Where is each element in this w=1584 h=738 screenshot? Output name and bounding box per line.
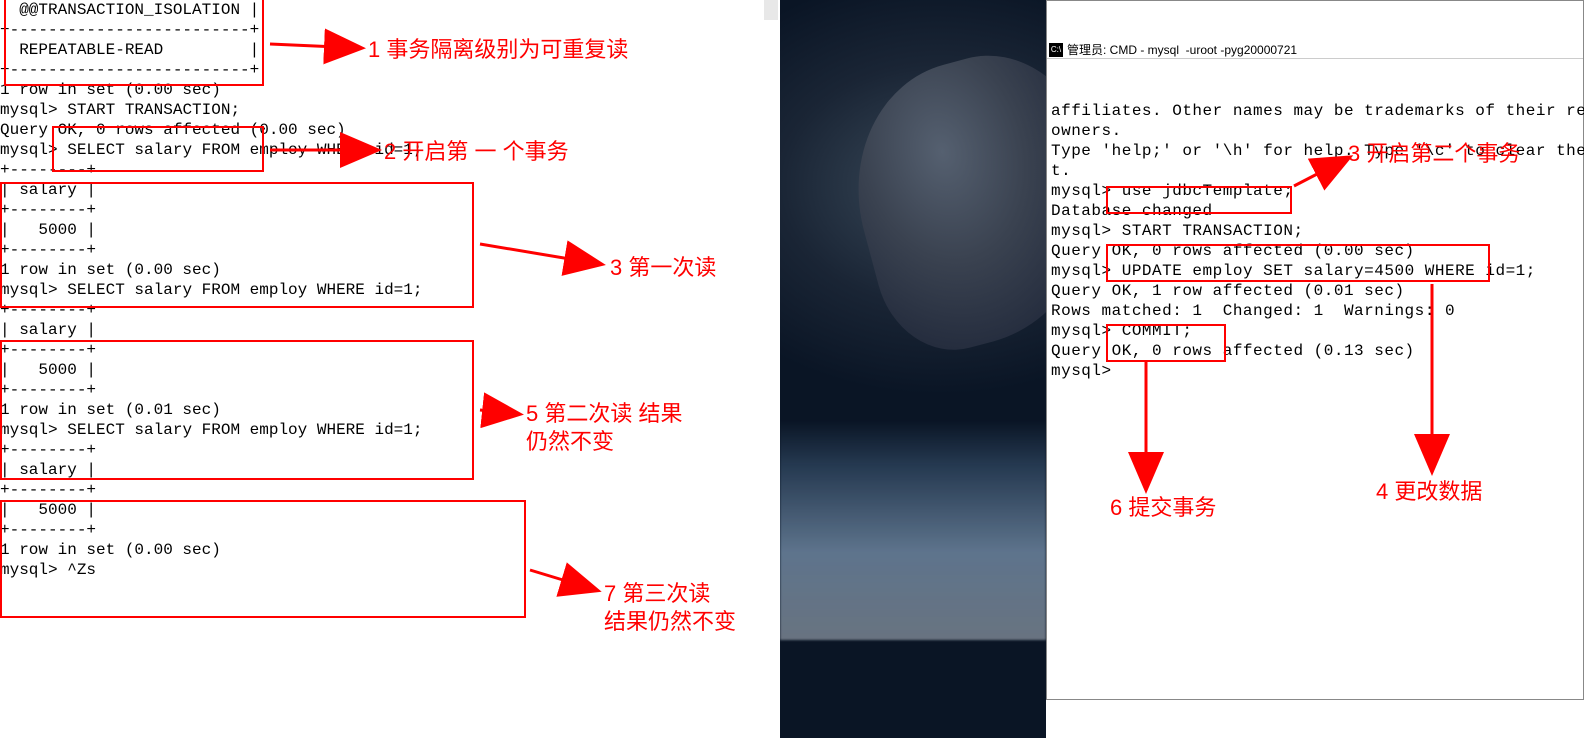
term-line: Query OK, 1 row affected (0.01 sec) [1051,282,1405,300]
desktop-wallpaper [780,0,1046,738]
cmd-icon: C:\ [1049,43,1063,57]
annotation-r6: 6 提交事务 [1110,494,1216,522]
highlight-box-start-tx-1 [52,126,264,172]
term-prompt: mysql> START TRANSACTION; [0,101,240,119]
highlight-box-second-read [0,340,474,480]
term-line: t. [1051,162,1071,180]
window-title: 管理员: CMD - mysql -uroot -pyg20000721 [1067,40,1297,60]
window-titlebar[interactable]: C:\ 管理员: CMD - mysql -uroot -pyg20000721 [1047,41,1583,59]
term-line: affiliates. Other names may be trademark… [1051,102,1584,120]
annotation-5: 5 第二次读 结果仍然不变 [526,400,682,456]
annotation-r4: 4 更改数据 [1376,478,1482,506]
annotation-1: 1 事务隔离级别为可重复读 [368,36,628,64]
term-prompt: mysql> START TRANSACTION; [1051,222,1304,240]
highlight-box-first-read [0,182,474,308]
highlight-box-isolation [4,0,264,86]
term-line: mysql> [1051,362,1112,380]
term-line: +--------+ [0,481,96,499]
highlight-box-commit [1106,324,1226,362]
term-line: Rows matched: 1 Changed: 1 Warnings: 0 [1051,302,1455,320]
term-line: | salary | [0,321,96,339]
highlight-box-update [1106,244,1490,282]
annotation-7: 7 第三次读结果仍然不变 [604,580,736,636]
annotation-3: 3 第一次读 [610,254,716,282]
scrollbar-thumb[interactable] [764,0,778,20]
highlight-box-start-tx-2 [1106,186,1292,214]
highlight-box-third-read [0,500,526,618]
annotation-2: 2 开启第 一 个事务 [384,138,569,166]
annotation-r3: 3 开启第二个事务 [1348,140,1520,168]
term-line: owners. [1051,122,1122,140]
